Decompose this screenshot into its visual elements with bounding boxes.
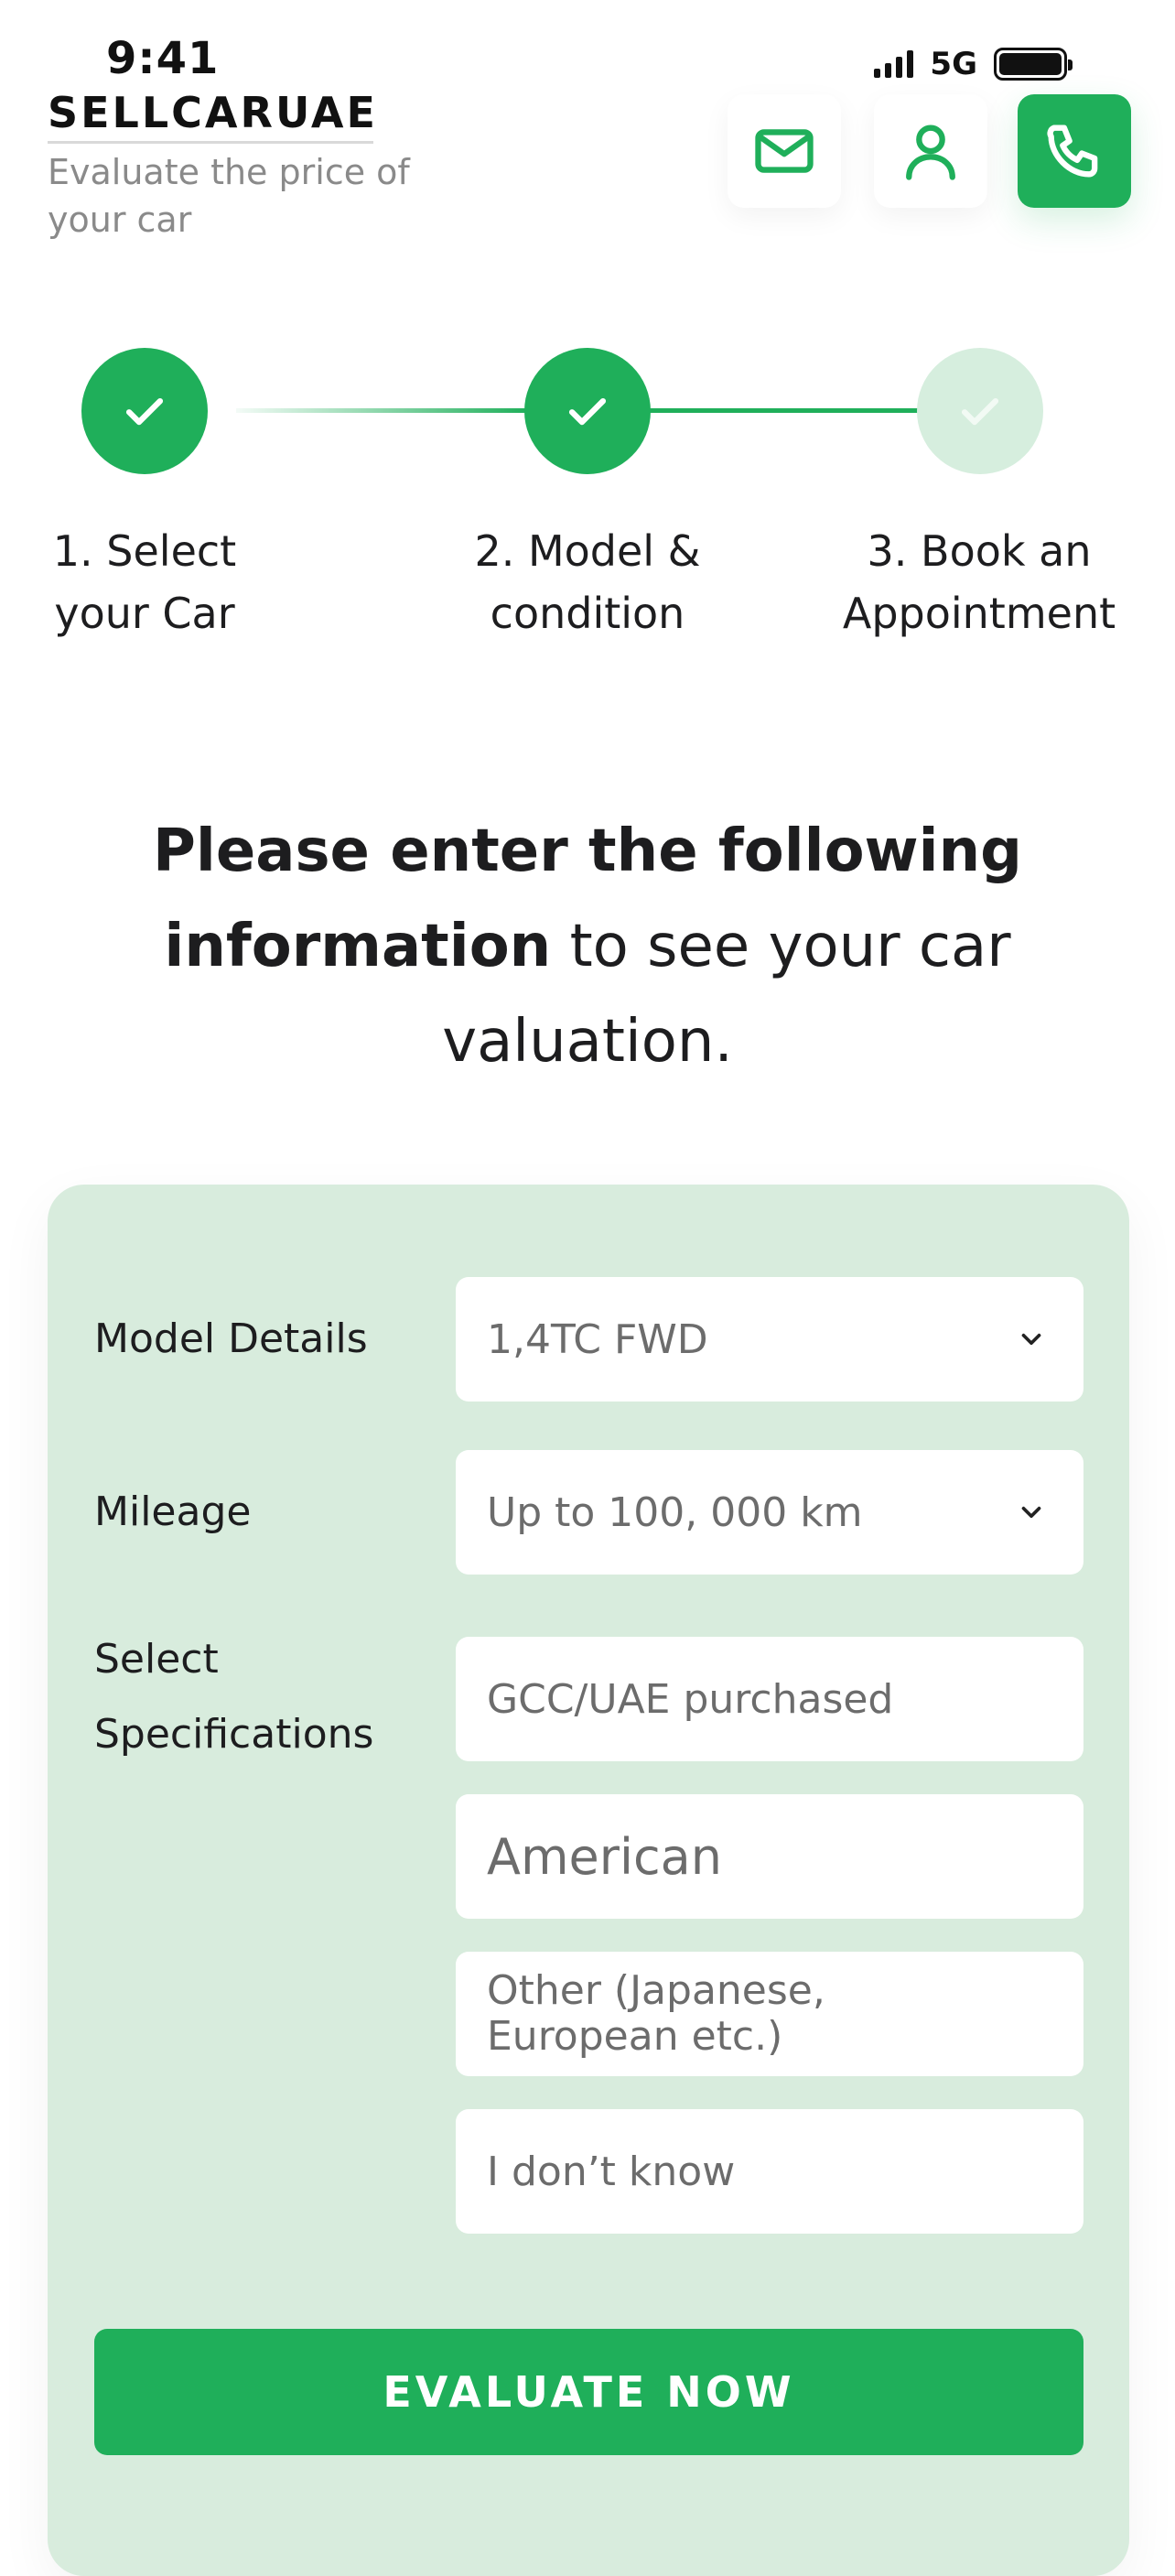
step-1-label[interactable]: 1. Select your Car [0,520,318,644]
chevron-down-icon [1016,1324,1047,1355]
spec-option-gcc[interactable]: GCC/UAE purchased [456,1637,1083,1761]
page-heading: Please enter the following information t… [82,804,1093,1089]
mail-icon [755,129,814,173]
battery-icon [994,48,1073,81]
evaluate-now-button[interactable]: EVALUATE NOW [94,2329,1083,2455]
step-1-label-line1: 1. Select [52,526,237,576]
signal-icon [874,50,914,78]
step-2-label[interactable]: 2. Model & condition [414,520,761,644]
chevron-down-icon [1016,1497,1047,1528]
specifications-label-line1: Select [94,1636,219,1683]
model-details-select[interactable]: 1,4TC FWD [456,1277,1083,1402]
model-details-label: Model Details [94,1315,368,1362]
mileage-value: Up to 100, 000 km [487,1488,863,1536]
stepper-connector-2 [641,408,924,413]
check-icon [125,397,164,426]
spec-option-unknown[interactable]: I don’t know [456,2109,1083,2234]
call-button[interactable] [1018,94,1131,208]
spec-option-other[interactable]: Other (Japanese, European etc.) [456,1952,1083,2076]
mileage-select[interactable]: Up to 100, 000 km [456,1450,1083,1575]
step-2-indicator[interactable] [524,348,651,474]
phone-icon [1047,124,1098,178]
brand-tagline: Evaluate the price of your car [48,152,410,240]
brand-logo[interactable]: SELLCARUAE [48,88,375,144]
spec-option-label: GCC/UAE purchased [487,1675,894,1723]
mail-button[interactable] [728,94,841,208]
network-type: 5G [930,46,977,82]
spec-option-american[interactable]: American [456,1794,1083,1919]
spec-option-label: American [487,1827,722,1886]
step-3-label-line1: 3. Book an [867,526,1092,576]
specifications-label-line2: Specifications [94,1711,374,1758]
model-details-value: 1,4TC FWD [487,1315,708,1363]
stepper-connector-1 [236,408,529,413]
specifications-label: Select Specifications [94,1622,373,1772]
status-indicators: 5G [874,46,1073,82]
check-icon [568,397,607,426]
step-1-label-line2: your Car [54,589,235,638]
spec-option-label: Other (Japanese, European etc.) [487,1967,825,2060]
user-icon [906,124,955,180]
spec-option-label: I don’t know [487,2148,736,2195]
step-3-label[interactable]: 3. Book an Appointment [805,520,1153,644]
status-time: 9:41 [106,33,220,84]
step-1-indicator[interactable] [81,348,208,474]
account-button[interactable] [874,94,987,208]
step-2-label-line2: condition [490,589,685,638]
step-3-label-line2: Appointment [842,589,1116,638]
check-icon [961,397,999,426]
mileage-label: Mileage [94,1488,252,1535]
step-2-label-line1: 2. Model & [474,526,701,576]
step-3-indicator[interactable] [917,348,1043,474]
